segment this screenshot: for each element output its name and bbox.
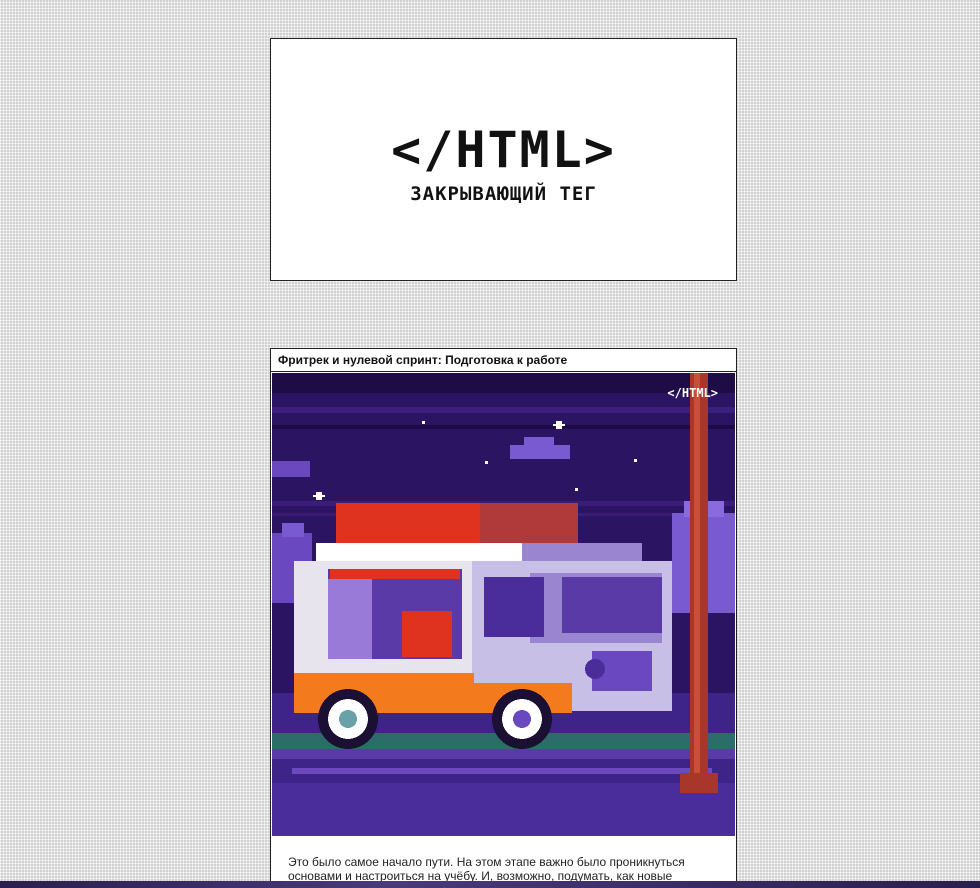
logo-banner: </HTML> ЗАКРЫВАЮЩИЙ ТЕГ bbox=[270, 38, 737, 281]
logo-subtitle: ЗАКРЫВАЮЩИЙ ТЕГ bbox=[410, 182, 597, 205]
van-illustration: </HTML> bbox=[272, 373, 735, 836]
logo-title: </HTML> bbox=[391, 120, 616, 179]
post-card[interactable]: Фритрек и нулевой спринт: Подготовка к р… bbox=[270, 348, 737, 888]
bottom-bar bbox=[0, 881, 980, 888]
post-title[interactable]: Фритрек и нулевой спринт: Подготовка к р… bbox=[271, 349, 736, 372]
post-excerpt: Это было самое начало пути. На этом этап… bbox=[288, 855, 685, 883]
image-watermark: </HTML> bbox=[667, 386, 718, 400]
